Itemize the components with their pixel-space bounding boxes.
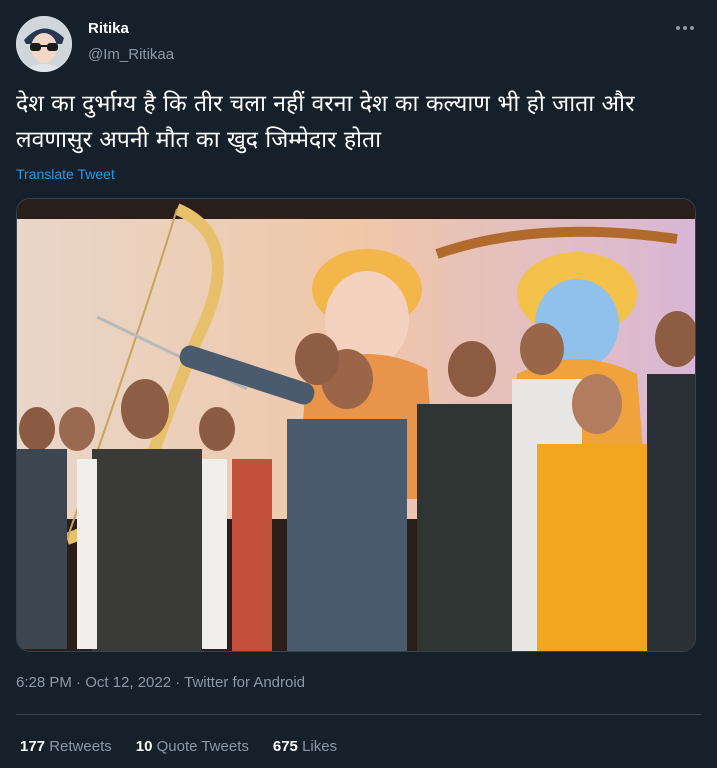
tweet-card: Ritika @Im_Ritikaa देश का दुर्भाग्य है क… [0, 0, 717, 768]
more-options-icon[interactable] [675, 18, 695, 38]
divider [16, 714, 701, 715]
quotes-label: Quote Tweets [156, 738, 249, 755]
profile-avatar-icon [16, 16, 72, 72]
likes-label: Likes [302, 738, 338, 755]
avatar[interactable] [16, 16, 72, 72]
retweets-count: 177 [20, 738, 46, 755]
author-name[interactable]: Ritika [88, 20, 129, 37]
tweet-timestamp[interactable]: 6:28 PM · Oct 12, 2022 · Twitter for And… [16, 674, 305, 691]
retweets-label: Retweets [49, 738, 112, 755]
tweet-stats: 177 Retweets 10 Quote Tweets 675 Likes [20, 738, 337, 755]
photo-image-icon [17, 199, 695, 651]
tweet-text: देश का दुर्भाग्य है कि तीर चला नहीं वरना… [16, 91, 635, 153]
likes-stat[interactable]: 675 Likes [273, 738, 337, 755]
translate-tweet-link[interactable]: Translate Tweet [16, 166, 115, 182]
likes-count: 675 [272, 738, 298, 755]
quotes-count: 10 [135, 738, 153, 755]
author-handle[interactable]: @Im_Ritikaa [88, 46, 174, 63]
retweets-stat[interactable]: 177 Retweets [20, 738, 112, 755]
tweet-photo[interactable] [16, 198, 696, 652]
quote-tweets-stat[interactable]: 10 Quote Tweets [136, 738, 249, 755]
